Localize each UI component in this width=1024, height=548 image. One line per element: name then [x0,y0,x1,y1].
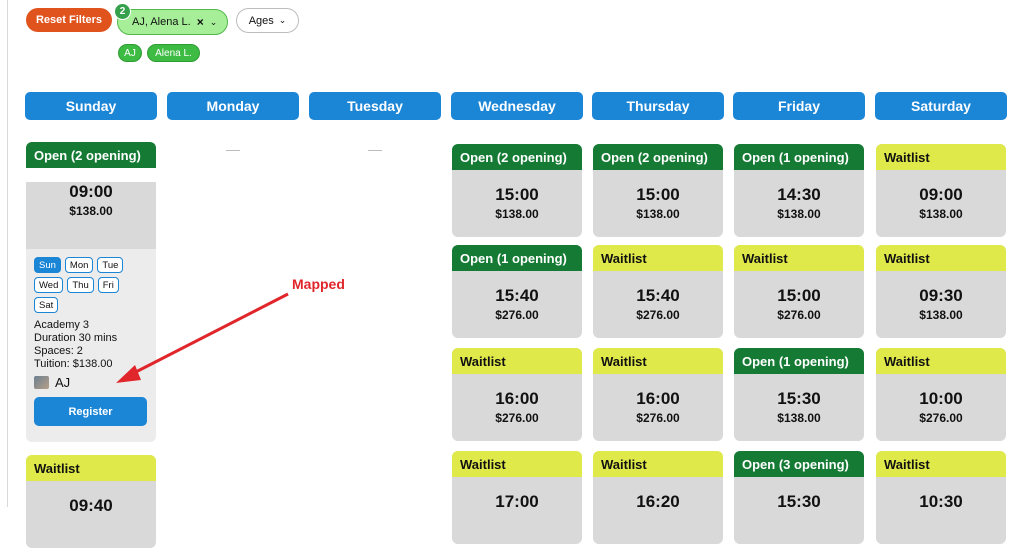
annotation-arrow-icon [116,292,289,383]
